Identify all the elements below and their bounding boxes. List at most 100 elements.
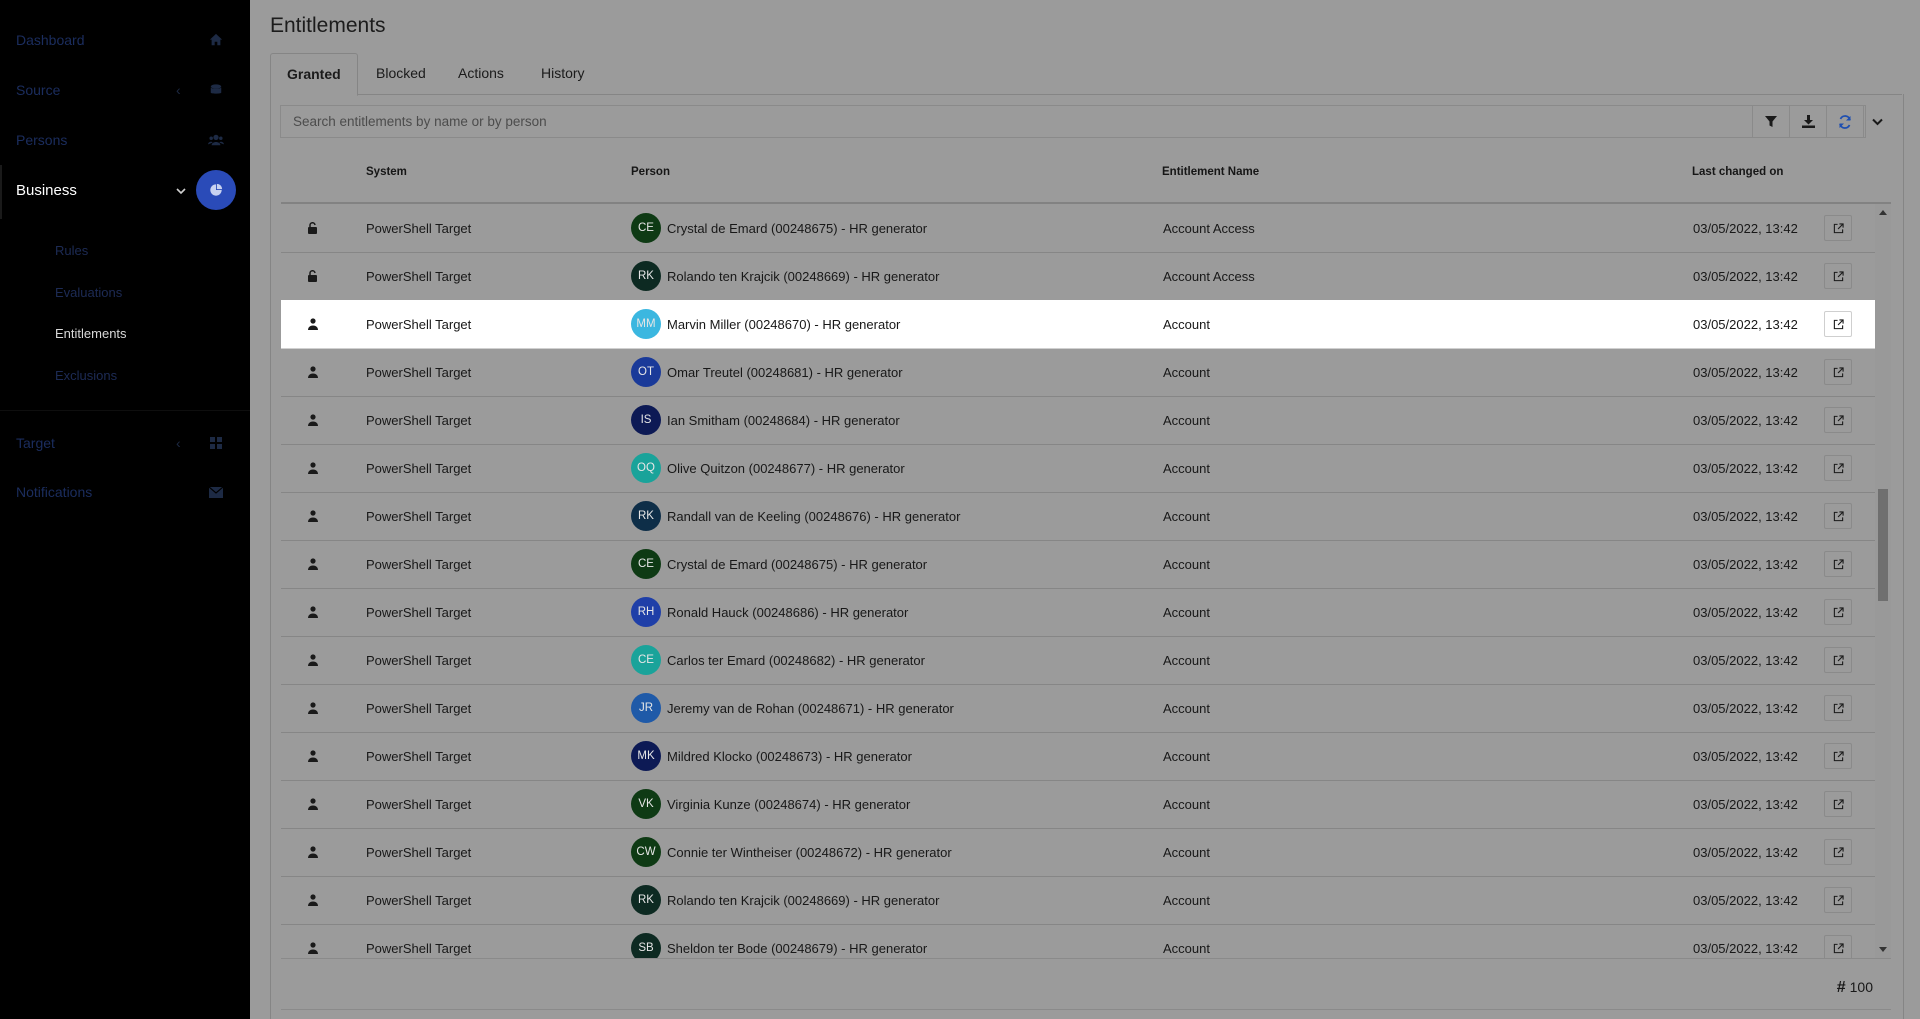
sidebar-item-persons[interactable]: Persons (0, 115, 250, 165)
refresh-button[interactable] (1826, 106, 1863, 137)
table-row[interactable]: PowerShell Target VK Virginia Kunze (00248… (281, 780, 1875, 829)
table-row[interactable]: PowerShell Target OQ Olive Quitzon (002486… (281, 444, 1875, 493)
user-icon (305, 796, 321, 812)
table-row[interactable]: PowerShell Target RK Rolando ten Krajcik (… (281, 876, 1875, 925)
table-body: PowerShell Target CE Crystal de Emard (002… (281, 204, 1875, 958)
person-cell[interactable]: Rolando ten Krajcik (00248669) - HR gene… (667, 893, 939, 908)
avatar: MK (631, 741, 661, 771)
search-input[interactable]: Search entitlements by name or by person (280, 105, 1883, 138)
open-external-button[interactable] (1824, 455, 1852, 481)
date-cell: 03/05/2022, 13:42 (1693, 509, 1798, 524)
sidebar-item-dashboard[interactable]: Dashboard (0, 15, 250, 65)
person-cell[interactable]: Mildred Klocko (00248673) - HR generator (667, 749, 912, 764)
page-title: Entitlements (270, 14, 386, 37)
scrollbar[interactable] (1875, 204, 1891, 958)
person-cell[interactable]: Connie ter Wintheiser (00248672) - HR ge… (667, 845, 952, 860)
sidebar-item-target[interactable]: Target ‹ (0, 418, 250, 468)
external-link-icon (1833, 270, 1844, 282)
column-header-last-changed[interactable]: Last changed on (1692, 166, 1783, 178)
open-external-button[interactable] (1824, 743, 1852, 769)
open-external-button[interactable] (1824, 791, 1852, 817)
system-cell: PowerShell Target (366, 749, 472, 764)
table-row[interactable]: PowerShell Target JR Jeremy van de Rohan (… (281, 684, 1875, 733)
table-row[interactable]: PowerShell Target SB Sheldon ter Bode (002… (281, 924, 1875, 958)
open-external-button[interactable] (1824, 887, 1852, 913)
column-header-entitlement-name[interactable]: Entitlement Name (1162, 166, 1259, 178)
tab-history[interactable]: History (525, 53, 601, 94)
tab-granted[interactable]: Granted (270, 53, 358, 96)
open-external-button[interactable] (1824, 359, 1852, 385)
person-cell[interactable]: Crystal de Emard (00248675) - HR generat… (667, 557, 927, 572)
open-external-button[interactable] (1824, 503, 1852, 529)
open-external-button[interactable] (1824, 263, 1852, 289)
expand-button[interactable] (1863, 106, 1890, 137)
scroll-thumb[interactable] (1878, 489, 1888, 601)
sidebar-item-notifications[interactable]: Notifications (0, 467, 250, 517)
open-external-button[interactable] (1824, 215, 1852, 241)
download-button[interactable] (1789, 106, 1826, 137)
refresh-icon (1839, 114, 1851, 129)
person-cell[interactable]: Carlos ter Emard (00248682) - HR generat… (667, 653, 925, 668)
column-header-system[interactable]: System (366, 166, 407, 178)
person-cell[interactable]: Jeremy van de Rohan (00248671) - HR gene… (667, 701, 954, 716)
open-external-button[interactable] (1824, 695, 1852, 721)
person-cell[interactable]: Olive Quitzon (00248677) - HR generator (667, 461, 905, 476)
system-cell: PowerShell Target (366, 509, 472, 524)
open-external-button[interactable] (1824, 599, 1852, 625)
pie-chart-icon (196, 170, 236, 210)
sidebar-item-label: Source (16, 82, 61, 98)
table-row[interactable]: PowerShell Target RK Rolando ten Krajcik (… (281, 252, 1875, 301)
scroll-down-arrow[interactable] (1879, 947, 1887, 952)
tab-bar: Granted Blocked Actions History (270, 53, 1902, 96)
tab-actions[interactable]: Actions (442, 53, 520, 94)
avatar: OT (631, 357, 661, 387)
filter-icon (1765, 115, 1777, 127)
table-row[interactable]: PowerShell Target RK Randall van de Keelin… (281, 492, 1875, 541)
sidebar-item-source[interactable]: Source ‹ (0, 65, 250, 115)
chevron-down-icon (176, 182, 186, 198)
person-cell[interactable]: Crystal de Emard (00248675) - HR generat… (667, 221, 927, 236)
person-cell[interactable]: Virginia Kunze (00248674) - HR generator (667, 797, 910, 812)
sidebar-subitem-rules[interactable]: Rules (55, 243, 88, 258)
tab-blocked[interactable]: Blocked (360, 53, 442, 94)
table-row[interactable]: PowerShell Target CE Crystal de Emard (002… (281, 540, 1875, 589)
open-external-button[interactable] (1824, 311, 1852, 337)
sidebar-item-business[interactable]: Business (0, 165, 250, 215)
avatar: IS (631, 405, 661, 435)
sidebar-subitem-evaluations[interactable]: Evaluations (55, 285, 122, 300)
system-cell: PowerShell Target (366, 461, 472, 476)
sidebar-subitem-exclusions[interactable]: Exclusions (55, 368, 117, 383)
table-row[interactable]: PowerShell Target MK Mildred Klocko (00248… (281, 732, 1875, 781)
system-cell: PowerShell Target (366, 413, 472, 428)
date-cell: 03/05/2022, 13:42 (1693, 941, 1798, 956)
person-cell[interactable]: Randall van de Keeling (00248676) - HR g… (667, 509, 960, 524)
table-row[interactable]: PowerShell Target CW Connie ter Wintheiser… (281, 828, 1875, 877)
entitlement-cell: Account Access (1163, 221, 1255, 236)
open-external-button[interactable] (1824, 935, 1852, 958)
filter-button[interactable] (1752, 106, 1789, 137)
open-external-button[interactable] (1824, 647, 1852, 673)
column-header-person[interactable]: Person (631, 166, 670, 178)
person-cell[interactable]: Sheldon ter Bode (00248679) - HR generat… (667, 941, 927, 956)
entitlement-cell: Account (1163, 797, 1210, 812)
open-external-button[interactable] (1824, 407, 1852, 433)
user-icon (305, 604, 321, 620)
sidebar-subitem-entitlements[interactable]: Entitlements (55, 326, 127, 341)
open-external-button[interactable] (1824, 551, 1852, 577)
open-external-button[interactable] (1824, 839, 1852, 865)
table-row[interactable]: PowerShell Target OT Omar Treutel (0024868… (281, 348, 1875, 397)
person-cell[interactable]: Rolando ten Krajcik (00248669) - HR gene… (667, 269, 939, 284)
home-icon (207, 31, 225, 49)
entitlement-cell: Account (1163, 413, 1210, 428)
table-row[interactable]: PowerShell Target RH Ronald Hauck (0024868… (281, 588, 1875, 637)
table-row[interactable]: PowerShell Target CE Carlos ter Emard (002… (281, 636, 1875, 685)
person-cell[interactable]: Marvin Miller (00248670) - HR generator (667, 317, 900, 332)
person-cell[interactable]: Ronald Hauck (00248686) - HR generator (667, 605, 908, 620)
table-row[interactable]: PowerShell Target IS Ian Smitham (00248684… (281, 396, 1875, 445)
table-row[interactable]: PowerShell Target CE Crystal de Emard (002… (281, 204, 1875, 253)
scroll-up-arrow[interactable] (1879, 210, 1887, 215)
person-cell[interactable]: Omar Treutel (00248681) - HR generator (667, 365, 903, 380)
row-count: #100 (1837, 979, 1873, 997)
table-row[interactable]: PowerShell Target MM Marvin Miller (002486… (281, 300, 1875, 349)
person-cell[interactable]: Ian Smitham (00248684) - HR generator (667, 413, 900, 428)
